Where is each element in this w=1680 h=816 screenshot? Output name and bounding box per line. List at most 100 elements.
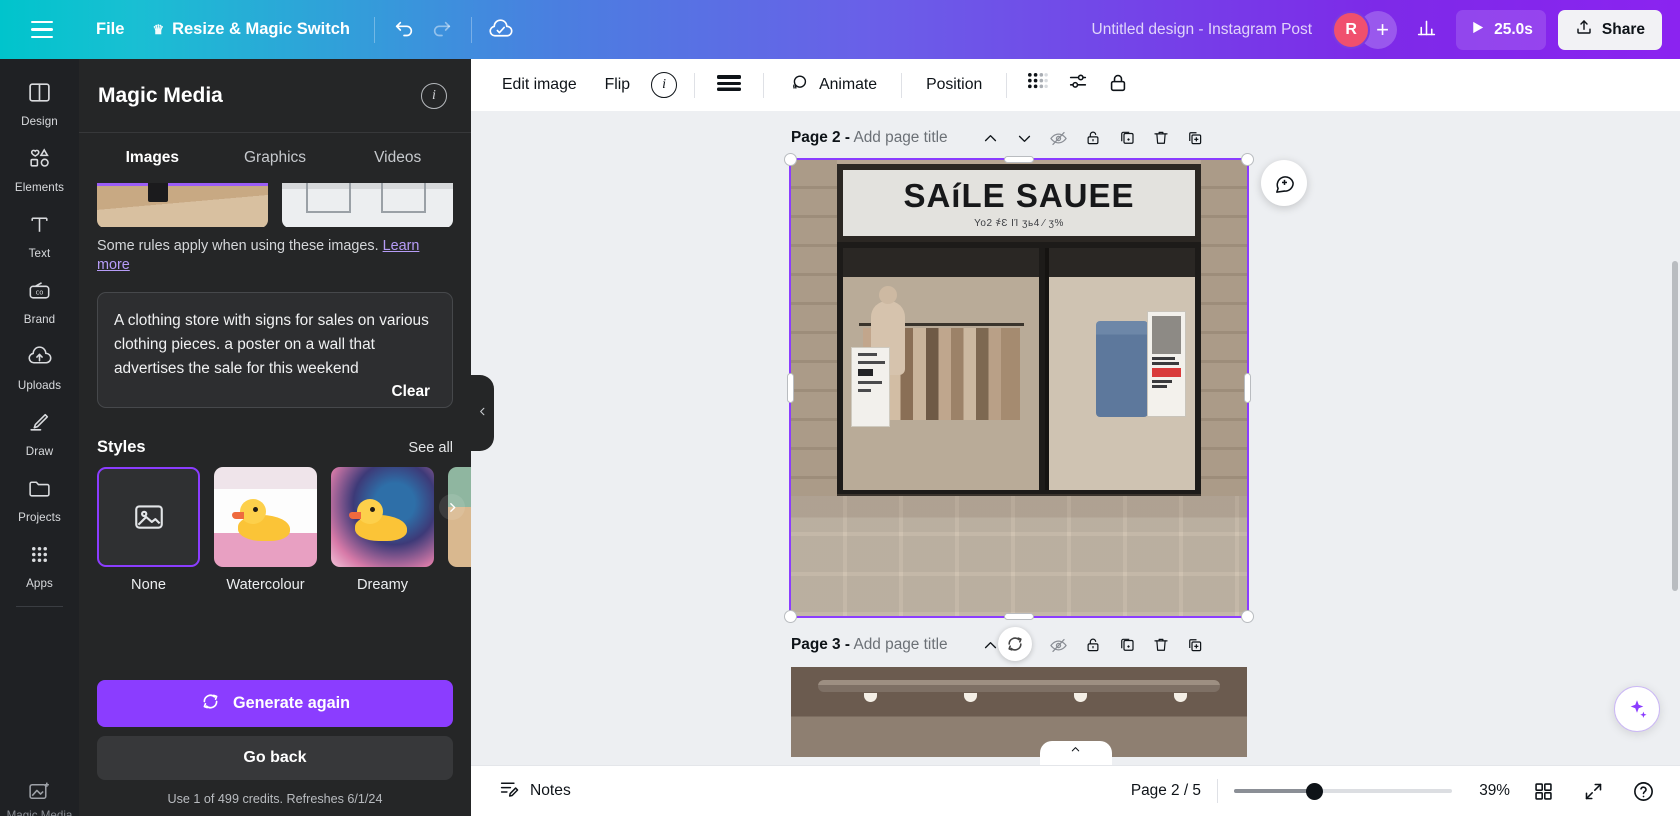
sidebar-item-text[interactable]: Text — [4, 201, 75, 267]
canvas-scrollbar[interactable] — [1672, 261, 1678, 591]
resize-handle-top-left[interactable] — [784, 153, 797, 166]
sidebar-item-projects[interactable]: Projects — [4, 465, 75, 531]
sidebar-item-apps[interactable]: Apps — [4, 531, 75, 597]
add-comment-icon[interactable] — [1261, 160, 1307, 206]
generated-image-thumbnail[interactable] — [97, 183, 268, 227]
help-icon[interactable] — [1626, 774, 1660, 808]
tune-button[interactable] — [1059, 64, 1097, 107]
document-title[interactable]: Untitled design - Instagram Post — [1092, 21, 1313, 39]
chevron-up-icon[interactable] — [976, 123, 1006, 153]
crown-icon: ♛ — [152, 22, 164, 38]
resize-handle-bottom-left[interactable] — [784, 610, 797, 623]
expand-page-icon[interactable] — [1180, 630, 1210, 660]
style-option-next[interactable] — [448, 467, 471, 593]
hide-page-icon[interactable] — [1044, 123, 1074, 153]
sidebar-item-draw[interactable]: Draw — [4, 399, 75, 465]
clear-button[interactable]: Clear — [386, 381, 437, 403]
page-title-placeholder[interactable]: Add page title — [853, 129, 947, 146]
resize-handle-right[interactable] — [1244, 373, 1251, 403]
notes-button[interactable]: Notes — [489, 771, 581, 811]
sidebar-item-uploads[interactable]: Uploads — [4, 333, 75, 399]
play-duration-button[interactable]: 25.0s — [1456, 10, 1546, 50]
editor-area: Edit image Flip i Animate Position — [471, 59, 1680, 816]
generated-image-thumbnail[interactable] — [282, 183, 453, 227]
go-back-button[interactable]: Go back — [97, 736, 453, 780]
delete-page-icon[interactable] — [1146, 123, 1176, 153]
duplicate-page-icon[interactable] — [1112, 123, 1142, 153]
grid-view-icon[interactable] — [1526, 774, 1560, 808]
transparency-button[interactable] — [1018, 63, 1057, 107]
page-title-placeholder[interactable]: Add page title — [853, 636, 947, 653]
prompt-text[interactable]: A clothing store with signs for sales on… — [114, 309, 436, 381]
zoom-slider-knob[interactable] — [1306, 783, 1323, 800]
sidebar-item-brand[interactable]: co Brand — [4, 267, 75, 333]
page-number-label: Page 3 - — [791, 636, 850, 653]
resize-handle-top[interactable] — [1004, 156, 1034, 163]
svg-text:co: co — [36, 288, 44, 296]
divider — [374, 17, 375, 43]
chevron-down-icon[interactable] — [1010, 123, 1040, 153]
magic-sparkles-icon[interactable] — [1614, 686, 1660, 732]
expand-page-icon[interactable] — [1180, 123, 1210, 153]
canvas-handle[interactable] — [1040, 741, 1112, 765]
duplicate-page-icon[interactable] — [1112, 630, 1142, 660]
zoom-value-label[interactable]: 39% — [1468, 782, 1510, 800]
position-button[interactable]: Position — [913, 68, 995, 102]
page-3-canvas[interactable] — [791, 667, 1247, 757]
resize-handle-left[interactable] — [787, 373, 794, 403]
page-number-label: Page 2 - — [791, 129, 850, 146]
cloud-saved-icon[interactable] — [482, 11, 520, 49]
avatar[interactable]: R — [1332, 11, 1370, 49]
share-button[interactable]: Share — [1558, 10, 1662, 50]
left-rail: Design Elements Text co Brand — [0, 59, 79, 816]
zoom-slider[interactable] — [1234, 782, 1452, 800]
style-option-dreamy[interactable]: Dreamy — [331, 467, 434, 593]
share-label: Share — [1602, 21, 1645, 39]
style-option-watercolour[interactable]: Watercolour — [214, 467, 317, 593]
prompt-input[interactable]: A clothing store with signs for sales on… — [97, 292, 453, 408]
page-2-canvas[interactable]: SAíLE SAUEE Yo2 ҂Ɛ ΙΊ ӡь4 ⁄ ʒ% — [791, 160, 1247, 616]
hide-page-icon[interactable] — [1044, 630, 1074, 660]
sidebar-item-elements[interactable]: Elements — [4, 135, 75, 201]
lock-button[interactable] — [1099, 64, 1137, 107]
loading-spinner-icon — [998, 627, 1032, 661]
insights-button[interactable] — [1403, 10, 1450, 50]
page-title-row[interactable]: Page 2 - Add page title — [791, 129, 948, 147]
layout-lines-button[interactable] — [706, 65, 752, 105]
delete-page-icon[interactable] — [1146, 630, 1176, 660]
sidebar-item-design[interactable]: Design — [4, 69, 75, 135]
page-title-row[interactable]: Page 3 - Add page title — [791, 636, 948, 654]
flip-button[interactable]: Flip — [592, 68, 643, 102]
generated-storefront-image[interactable]: SAíLE SAUEE Yo2 ҂Ɛ ΙΊ ӡь4 ⁄ ʒ% — [791, 160, 1247, 616]
canvas-scroll-area[interactable]: Page 2 - Add page title — [471, 111, 1680, 765]
collapse-panel-button[interactable] — [471, 375, 494, 451]
tab-images[interactable]: Images — [91, 137, 214, 179]
divider — [1006, 73, 1007, 98]
generate-again-button[interactable]: Generate again — [97, 680, 453, 727]
hamburger-icon[interactable] — [22, 10, 62, 50]
undo-icon[interactable] — [385, 11, 423, 49]
resize-magic-switch-button[interactable]: ♛ Resize & Magic Switch — [138, 12, 364, 47]
edit-image-button[interactable]: Edit image — [489, 68, 590, 102]
resize-handle-top-right[interactable] — [1241, 153, 1254, 166]
lock-page-icon[interactable] — [1078, 123, 1108, 153]
style-option-none[interactable]: None — [97, 467, 200, 593]
sidebar-item-label: Draw — [26, 445, 53, 458]
projects-icon — [27, 476, 52, 506]
animate-button[interactable]: Animate — [775, 64, 890, 107]
see-all-styles-button[interactable]: See all — [408, 440, 453, 456]
file-menu-button[interactable]: File — [82, 12, 138, 47]
usage-rules-text: Some rules apply when using these images… — [79, 227, 471, 274]
fullscreen-icon[interactable] — [1576, 774, 1610, 808]
tab-videos[interactable]: Videos — [336, 137, 459, 179]
lock-page-icon[interactable] — [1078, 630, 1108, 660]
resize-handle-bottom[interactable] — [1004, 613, 1034, 620]
sidebar-item-label: Magic Media — [7, 809, 73, 816]
info-icon[interactable]: i — [421, 83, 447, 109]
sidebar-item-label: Apps — [26, 577, 53, 590]
redo-icon[interactable] — [423, 11, 461, 49]
sidebar-item-magic-media[interactable]: Magic Media — [0, 779, 79, 816]
tab-graphics[interactable]: Graphics — [214, 137, 337, 179]
image-info-button[interactable]: i — [645, 64, 683, 106]
resize-handle-bottom-right[interactable] — [1241, 610, 1254, 623]
